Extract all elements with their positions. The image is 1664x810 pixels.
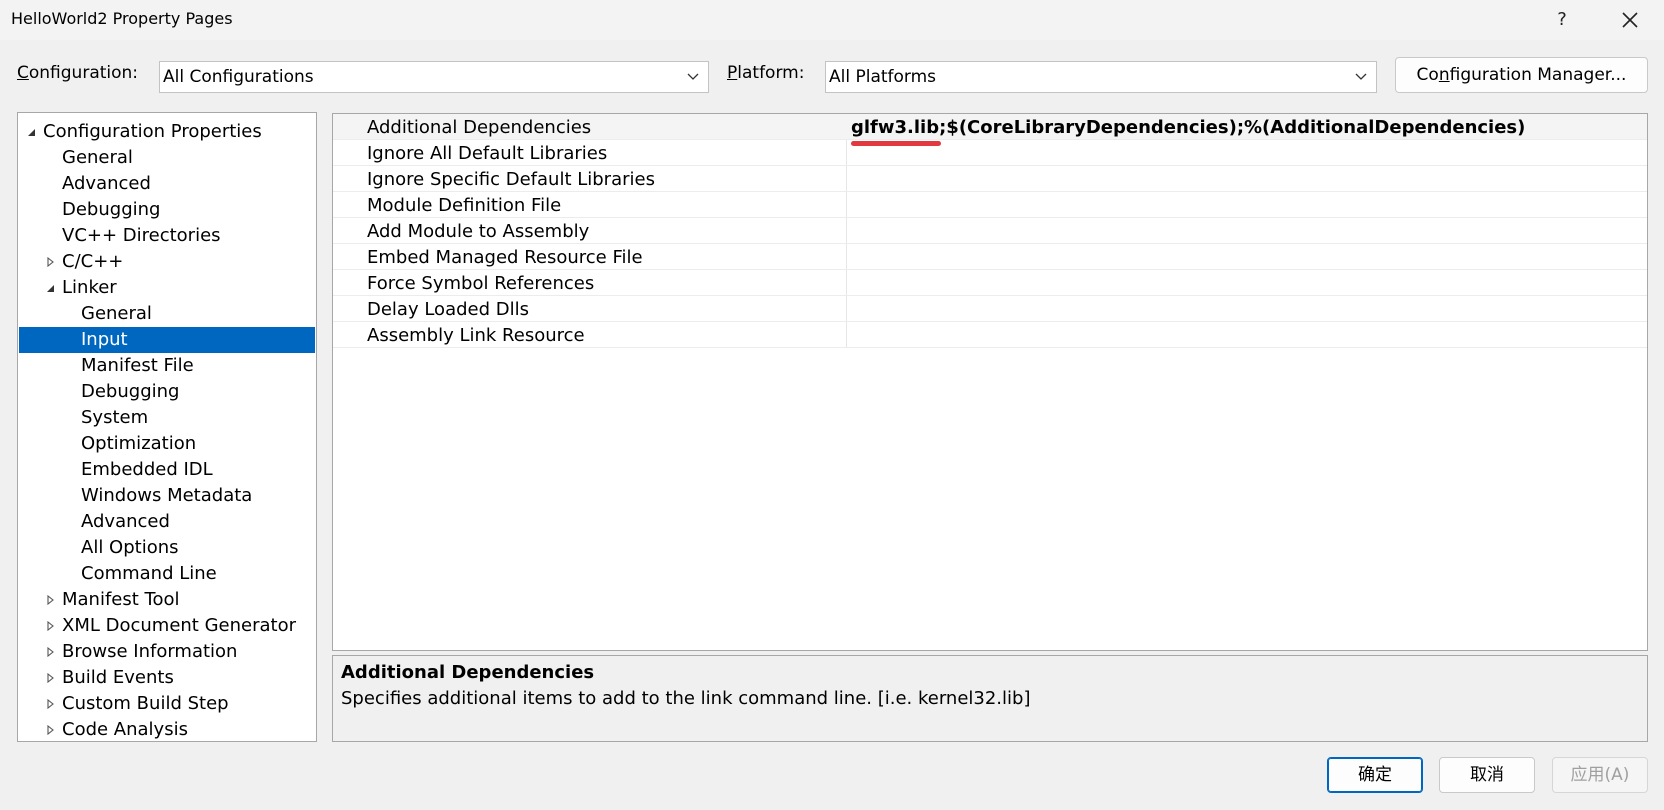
tree-item-label: Manifest File	[81, 355, 194, 376]
tree-item[interactable]: Advanced	[19, 171, 315, 197]
platform-dropdown[interactable]: All Platforms	[825, 61, 1377, 93]
platform-label: Platform:	[727, 63, 805, 83]
annotation-underline	[851, 141, 941, 146]
tree-item-label: Manifest Tool	[62, 589, 180, 610]
property-row[interactable]: Assembly Link Resource	[333, 322, 1647, 348]
tree-item[interactable]: Custom Build Step	[19, 691, 315, 717]
description-text: Specifies additional items to add to the…	[341, 688, 1031, 709]
property-name: Module Definition File	[367, 195, 562, 216]
property-row[interactable]: Embed Managed Resource File	[333, 244, 1647, 270]
property-name: Ignore Specific Default Libraries	[367, 169, 655, 190]
tree-item-label: All Options	[81, 537, 179, 558]
tree-item[interactable]: XML Document Generator	[19, 613, 315, 639]
configuration-dropdown[interactable]: All Configurations	[159, 61, 709, 93]
configuration-label: Configuration:	[17, 63, 139, 83]
expanded-arrow-icon[interactable]	[25, 119, 39, 145]
property-row[interactable]: Delay Loaded Dlls	[333, 296, 1647, 322]
tree-item[interactable]: Build Events	[19, 665, 315, 691]
tree-item[interactable]: System	[19, 405, 315, 431]
close-icon[interactable]	[1616, 6, 1644, 34]
tree-item-label: Optimization	[81, 433, 197, 454]
apply-button[interactable]: 应用(A)	[1552, 757, 1648, 793]
platform-value: All Platforms	[829, 67, 937, 87]
tree-item-label: Browse Information	[62, 641, 238, 662]
tree-item-label: Windows Metadata	[81, 485, 253, 506]
tree-item[interactable]: Code Analysis	[19, 717, 315, 743]
tree-item-label: Linker	[62, 277, 117, 298]
tree-item-label: General	[62, 147, 133, 168]
tree-item[interactable]: Manifest File	[19, 353, 315, 379]
tree-item-label: Custom Build Step	[62, 693, 229, 714]
tree-item-label: Code Analysis	[62, 719, 188, 740]
ok-button[interactable]: 确定	[1327, 757, 1423, 793]
collapsed-arrow-icon[interactable]	[44, 717, 58, 743]
property-tree[interactable]: Configuration Properties General Advanced D…	[17, 112, 317, 742]
window-title: HelloWorld2 Property Pages	[11, 9, 233, 28]
property-row[interactable]: Add Module to Assembly	[333, 218, 1647, 244]
collapsed-arrow-icon[interactable]	[44, 691, 58, 717]
tree-item-label: Configuration Properties	[43, 121, 262, 142]
collapsed-arrow-icon[interactable]	[44, 639, 58, 665]
chevron-down-icon	[687, 73, 699, 80]
property-name: Additional Dependencies	[367, 117, 592, 138]
title-bar: HelloWorld2 Property Pages ?	[0, 0, 1664, 40]
tree-item-label: General	[81, 303, 152, 324]
cancel-button[interactable]: 取消	[1439, 757, 1535, 793]
property-row[interactable]: Additional Dependencies glfw3.lib;$(CoreL…	[333, 114, 1647, 140]
tree-item[interactable]: General	[19, 301, 315, 327]
property-name: Ignore All Default Libraries	[367, 143, 608, 164]
property-row[interactable]: Ignore Specific Default Libraries	[333, 166, 1647, 192]
description-title: Additional Dependencies	[341, 662, 595, 683]
tree-item-label: Debugging	[62, 199, 161, 220]
tree-item[interactable]: Embedded IDL	[19, 457, 315, 483]
property-name: Delay Loaded Dlls	[367, 299, 529, 320]
tree-item-label: Advanced	[62, 173, 151, 194]
help-button[interactable]: ?	[1548, 6, 1576, 34]
tree-item-label: System	[81, 407, 149, 428]
tree-item[interactable]: General	[19, 145, 315, 171]
tree-item[interactable]: Debugging	[19, 379, 315, 405]
tree-item[interactable]: VC++ Directories	[19, 223, 315, 249]
collapsed-arrow-icon[interactable]	[44, 249, 58, 275]
tree-item[interactable]: Input	[19, 327, 315, 353]
chevron-down-icon	[1355, 73, 1367, 80]
tree-item-label: Debugging	[81, 381, 180, 402]
tree-item[interactable]: Optimization	[19, 431, 315, 457]
collapsed-arrow-icon[interactable]	[44, 665, 58, 691]
tree-item-label: Build Events	[62, 667, 174, 688]
tree-item-label: Command Line	[81, 563, 217, 584]
configuration-value: All Configurations	[163, 67, 314, 87]
tree-item[interactable]: Command Line	[19, 561, 315, 587]
tree-item-label: Input	[81, 329, 128, 350]
collapsed-arrow-icon[interactable]	[44, 587, 58, 613]
property-name: Embed Managed Resource File	[367, 247, 643, 268]
tree-item-label: VC++ Directories	[62, 225, 221, 246]
description-panel: Additional Dependencies Specifies additi…	[332, 655, 1648, 742]
property-row[interactable]: Force Symbol References	[333, 270, 1647, 296]
tree-item-label: C/C++	[62, 251, 124, 272]
tree-item[interactable]: Manifest Tool	[19, 587, 315, 613]
collapsed-arrow-icon[interactable]	[44, 613, 58, 639]
property-name: Assembly Link Resource	[367, 325, 585, 346]
tree-item[interactable]: Windows Metadata	[19, 483, 315, 509]
tree-item[interactable]: Linker	[19, 275, 315, 301]
expanded-arrow-icon[interactable]	[44, 275, 58, 301]
property-grid[interactable]: Additional Dependencies glfw3.lib;$(CoreL…	[332, 113, 1648, 651]
tree-item[interactable]: Browse Information	[19, 639, 315, 665]
tree-item[interactable]: Debugging	[19, 197, 315, 223]
property-value[interactable]: glfw3.lib;$(CoreLibraryDependencies);%(A…	[851, 117, 1525, 138]
property-name: Force Symbol References	[367, 273, 595, 294]
property-name: Add Module to Assembly	[367, 221, 590, 242]
tree-item[interactable]: Advanced	[19, 509, 315, 535]
tree-item-label: Embedded IDL	[81, 459, 213, 480]
property-row[interactable]: Module Definition File	[333, 192, 1647, 218]
tree-item-label: XML Document Generator	[62, 615, 296, 636]
configuration-manager-button[interactable]: Configuration Manager...	[1395, 57, 1648, 93]
tree-item[interactable]: Configuration Properties	[19, 119, 315, 145]
tree-item[interactable]: C/C++	[19, 249, 315, 275]
tree-item-label: Advanced	[81, 511, 170, 532]
property-row[interactable]: Ignore All Default Libraries	[333, 140, 1647, 166]
tree-item[interactable]: All Options	[19, 535, 315, 561]
